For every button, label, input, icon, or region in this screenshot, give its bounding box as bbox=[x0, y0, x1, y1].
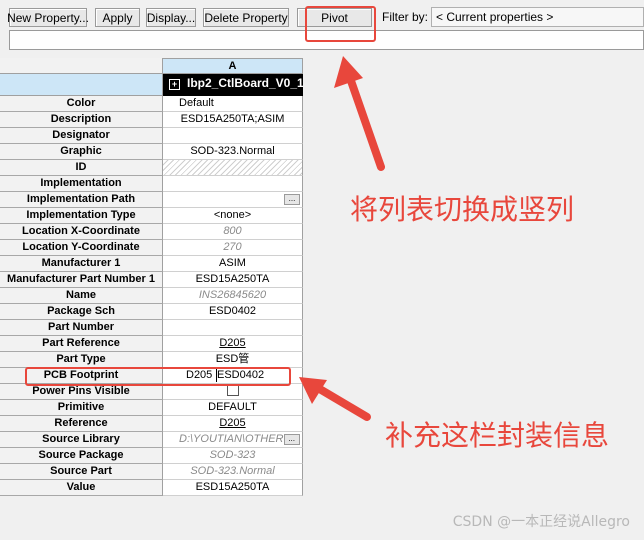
arrow-to-footprint bbox=[299, 377, 371, 421]
arrow-to-pivot bbox=[334, 56, 385, 171]
annotation-arrows bbox=[299, 56, 385, 421]
pivot-note: 将列表切换成竖列 bbox=[350, 193, 575, 226]
watermark: CSDN @一本正经说Allegro bbox=[452, 514, 630, 530]
footprint-note: 补充这栏封装信息 bbox=[385, 419, 610, 452]
